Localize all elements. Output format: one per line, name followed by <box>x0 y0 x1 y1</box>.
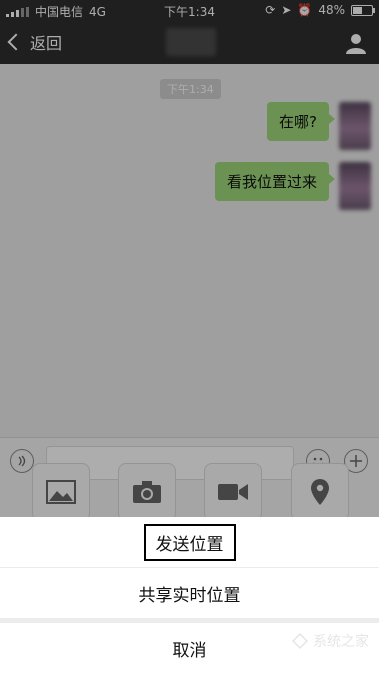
watermark: 系统之家 <box>291 631 369 651</box>
send-location-label: 发送位置 <box>143 523 236 561</box>
send-location-option[interactable]: 发送位置 <box>0 517 379 567</box>
watermark-text: 系统之家 <box>313 634 369 650</box>
watermark-logo-icon <box>291 632 309 650</box>
share-live-location-option[interactable]: 共享实时位置 <box>0 568 379 618</box>
